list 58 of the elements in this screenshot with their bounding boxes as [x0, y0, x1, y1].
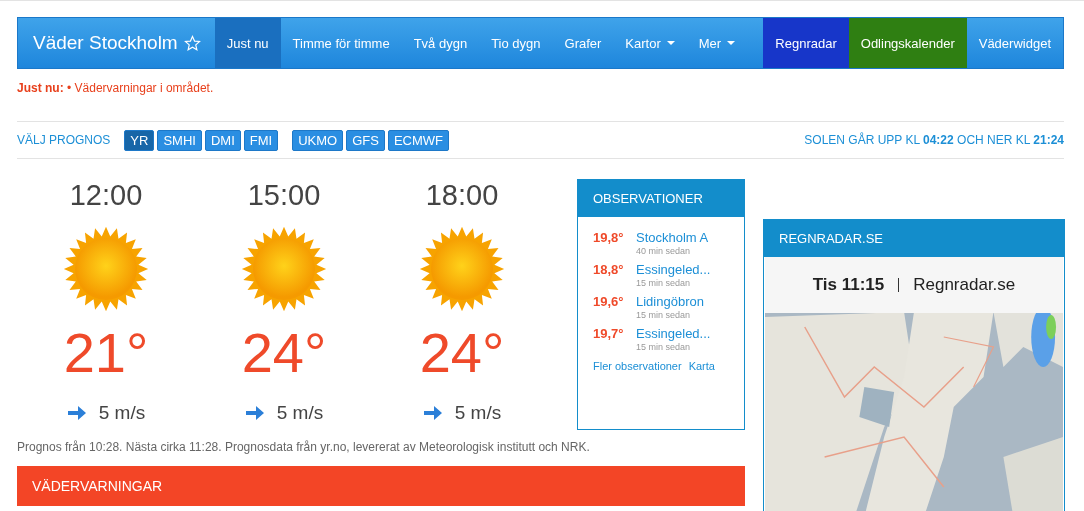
wind-speed: 5 m/s — [276, 402, 324, 424]
station-link[interactable]: Essingeled... — [636, 326, 711, 341]
observations-link[interactable]: Karta — [688, 360, 715, 372]
separator-line — [898, 278, 900, 292]
station-link[interactable]: Essingeled... — [636, 262, 711, 277]
observed-temperature: 19,7° — [593, 326, 625, 343]
source-button[interactable]: ECMWF — [387, 129, 449, 151]
forecast-time: 18:00 — [425, 179, 499, 212]
observation-age: 15 min sedan — [636, 310, 692, 320]
nav-tab[interactable]: Tio dygn — [479, 18, 553, 68]
alert-message: Just nu: • Vädervarningar i området. — [17, 81, 215, 95]
panel-title: REGNRADAR.SE — [779, 231, 884, 246]
wind-arrow-icon — [66, 404, 87, 422]
nav-tab[interactable]: Odlingskalender — [848, 18, 967, 68]
warnings-title: VÄDERVARNINGAR — [32, 478, 163, 494]
sun-icon — [241, 226, 327, 312]
forecast-temperature: 21° — [63, 320, 149, 386]
nav-tab[interactable]: Kartor — [613, 18, 687, 68]
star-icon[interactable] — [183, 34, 201, 52]
forecast-temperature: 24° — [241, 320, 327, 386]
forecast-time: 12:00 — [69, 179, 143, 212]
wind-speed: 5 m/s — [454, 402, 502, 424]
sun-icon — [63, 226, 149, 312]
nav-tab[interactable]: Grafer — [552, 18, 614, 68]
source-button[interactable]: SMHI — [157, 129, 202, 151]
observations-link[interactable]: Fler observationer — [593, 360, 682, 372]
source-button[interactable]: FMI — [243, 129, 279, 151]
forecast-temperature: 24° — [419, 320, 505, 386]
station-link[interactable]: Stockholm A — [636, 230, 709, 245]
wind-arrow-icon — [244, 404, 265, 422]
sun-times: SOLEN GÅR UPP KL 04:22 OCH NER KL 21:24 — [804, 133, 1064, 147]
nav-tab[interactable]: Två dygn — [401, 18, 480, 68]
wind-speed: 5 m/s — [98, 402, 146, 424]
nav-tab[interactable]: Mer — [686, 18, 748, 68]
observed-temperature: 19,6° — [593, 294, 625, 311]
source-button[interactable]: GFS — [346, 129, 385, 151]
observed-temperature: 18,8° — [593, 262, 625, 279]
wind-arrow-icon — [422, 404, 443, 422]
panel-title: OBSERVATIONER — [593, 191, 703, 206]
observation-age: 40 min sedan — [636, 246, 692, 256]
observation-age: 15 min sedan — [636, 278, 692, 288]
source-button[interactable]: YR — [124, 129, 155, 151]
sun-icon — [419, 226, 505, 312]
forecast-time: 15:00 — [247, 179, 321, 212]
site-title[interactable]: Väder Stockholm — [18, 32, 178, 54]
nav-tab[interactable]: Regnradar — [763, 18, 849, 68]
source-button[interactable]: UKMO — [292, 129, 344, 151]
forecast-note: Prognos från 10:28. Nästa cirka 11:28. Prognosdata från yr.no, levererat av Meteorologisk institutt och NRK. — [17, 440, 591, 454]
source-button[interactable]: DMI — [204, 129, 241, 151]
observation-age: 15 min sedan — [636, 342, 692, 352]
nav-tab[interactable]: Timme för timme — [280, 18, 402, 68]
station-link[interactable]: Lidingöbron — [636, 294, 704, 309]
nav-tab[interactable]: Just nu — [214, 18, 281, 68]
forecast-source-label: VÄLJ PROGNOS — [17, 133, 111, 147]
radar-site-name: Regnradar.se — [913, 275, 1016, 295]
observed-temperature: 19,8° — [593, 230, 625, 247]
nav-tab[interactable]: Väderwidget — [966, 18, 1063, 68]
radar-time: Tis 11:15 — [812, 275, 885, 295]
